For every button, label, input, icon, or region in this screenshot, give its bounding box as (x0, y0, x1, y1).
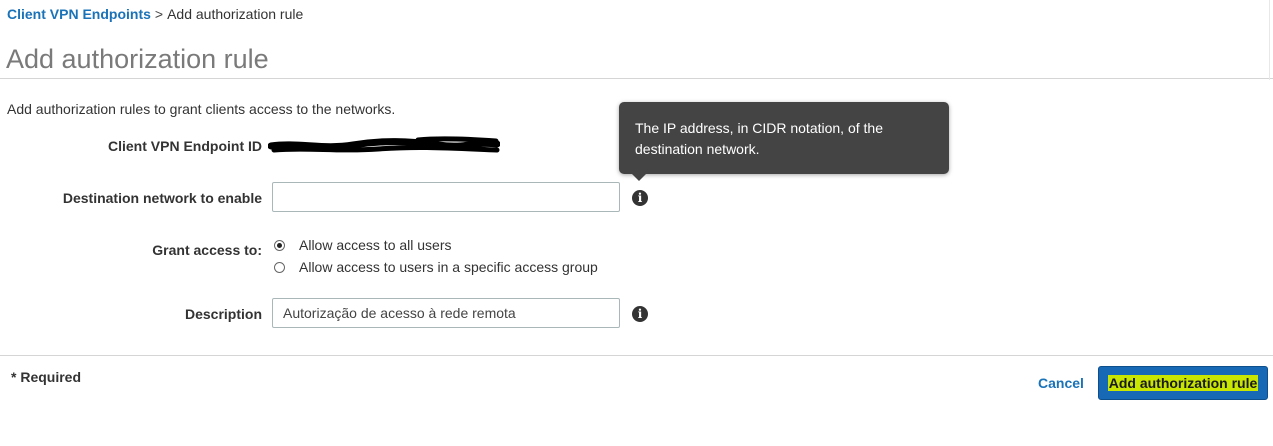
destination-label: Destination network to enable (62, 190, 262, 206)
title-divider (0, 78, 1273, 79)
breadcrumb-separator: > (154, 6, 164, 22)
endpoint-id-label: Client VPN Endpoint ID (108, 138, 262, 154)
breadcrumb: Client VPN Endpoints > Add authorization r… (7, 6, 303, 22)
breadcrumb-link-client-vpn-endpoints[interactable]: Client VPN Endpoints (7, 6, 151, 22)
page-title: Add authorization rule (6, 44, 269, 74)
grant-access-label: Grant access to: (152, 242, 262, 258)
radio-option-all-users[interactable]: Allow access to all users (274, 237, 452, 253)
destination-cidr-input[interactable] (272, 182, 620, 212)
cancel-button[interactable]: Cancel (1038, 375, 1084, 391)
page-intro: Add authorization rules to grant clients… (7, 101, 396, 117)
add-authorization-rule-label: Add authorization rule (1107, 375, 1259, 391)
info-icon[interactable]: i (632, 190, 648, 206)
add-authorization-rule-button[interactable]: Add authorization rule (1098, 366, 1268, 400)
breadcrumb-current: Add authorization rule (167, 6, 304, 22)
description-label: Description (184, 306, 262, 322)
radio-option-access-group[interactable]: Allow access to users in a specific acce… (274, 259, 598, 275)
panel-edge (1269, 0, 1270, 80)
cidr-tooltip: The IP address, in CIDR notation, of the… (619, 102, 949, 181)
redacted-endpoint-id (268, 136, 500, 153)
radio-all-users[interactable] (274, 239, 285, 251)
radio-access-group[interactable] (274, 261, 285, 273)
info-icon[interactable]: i (632, 306, 648, 322)
required-note: * Required (11, 369, 82, 385)
footer-divider (0, 355, 1273, 356)
radio-access-group-label: Allow access to users in a specific acce… (299, 259, 598, 275)
description-input[interactable] (272, 298, 620, 328)
radio-all-users-label: Allow access to all users (299, 237, 452, 253)
